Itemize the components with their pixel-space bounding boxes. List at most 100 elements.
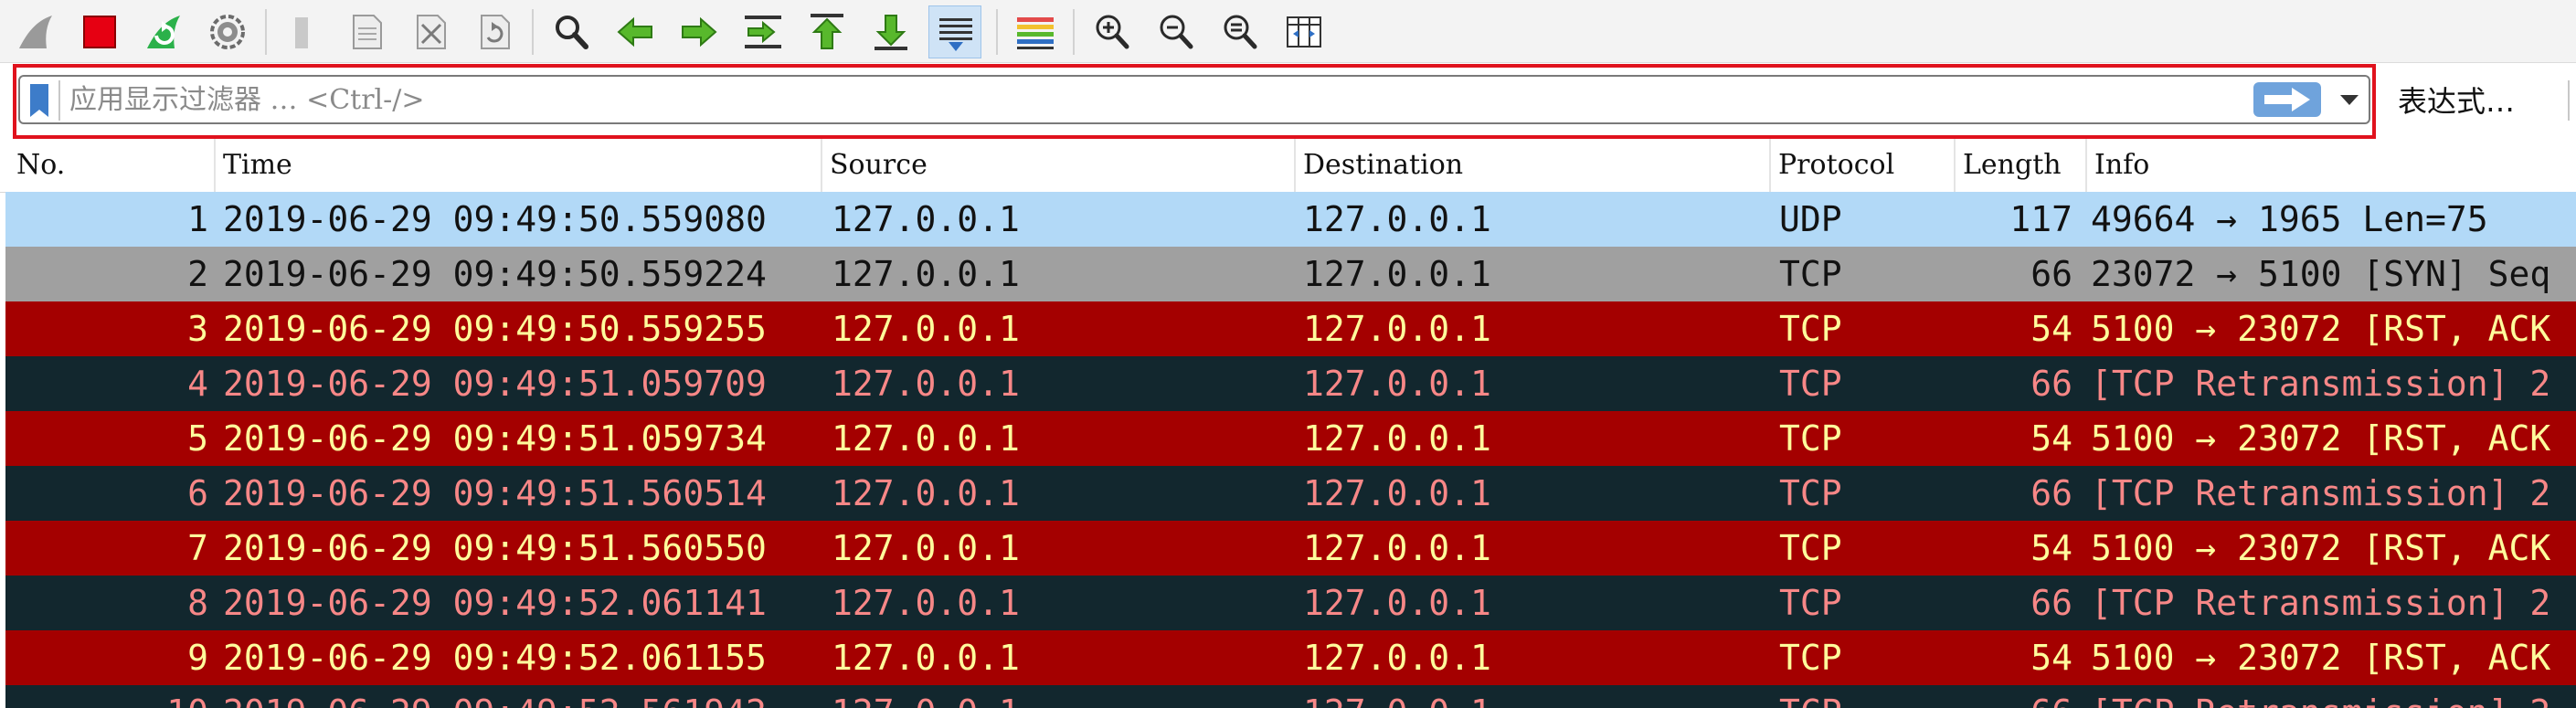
zoom-out-icon[interactable] [1150, 5, 1203, 58]
packet-list: 1 2019-06-29 09:49:50.559080 127.0.0.1 1… [0, 192, 2576, 708]
packet-number: 10 [5, 685, 208, 708]
toolbar-separator [532, 9, 534, 55]
packet-row[interactable]: 10 2019-06-29 09:49:52.561942 127.0.0.1 … [5, 685, 2576, 708]
packet-destination: 127.0.0.1 [1303, 583, 1491, 623]
column-header-protocol[interactable]: Protocol [1771, 139, 1956, 192]
packet-number: 6 [187, 473, 208, 513]
packet-source: 127.0.0.1 [832, 583, 1020, 623]
packet-source: 127.0.0.1 [832, 685, 1302, 708]
autoscroll-icon[interactable] [928, 5, 981, 58]
packet-list-header: No. Time Source Destination Protocol Len… [0, 139, 2576, 193]
options-gear-icon[interactable] [201, 5, 254, 58]
packet-number: 5 [187, 418, 208, 459]
packet-source: 127.0.0.1 [832, 199, 1020, 239]
packet-source: 127.0.0.1 [832, 473, 1020, 513]
find-icon[interactable] [545, 5, 598, 58]
packet-protocol: TCP [1779, 638, 1842, 678]
packet-time: 2019-06-29 09:49:50.559224 [223, 254, 767, 294]
toolbar-separator [1073, 9, 1075, 55]
close-file-icon[interactable] [404, 5, 457, 58]
packet-source: 127.0.0.1 [832, 309, 1020, 349]
packet-length: 54 [2030, 528, 2072, 568]
packet-time: 2019-06-29 09:49:51.059734 [223, 418, 767, 459]
packet-number: 7 [187, 528, 208, 568]
save-file-icon[interactable] [340, 5, 393, 58]
resize-columns-icon[interactable] [1277, 5, 1330, 58]
go-to-packet-icon[interactable] [737, 5, 790, 58]
apply-filter-button[interactable] [2253, 82, 2321, 117]
packet-row[interactable]: 7 2019-06-29 09:49:51.560550 127.0.0.1 1… [5, 521, 2576, 576]
packet-row[interactable]: 8 2019-06-29 09:49:52.061141 127.0.0.1 1… [5, 576, 2576, 630]
packet-protocol: TCP [1779, 528, 1842, 568]
packet-row[interactable]: 2 2019-06-29 09:49:50.559224 127.0.0.1 1… [5, 247, 2576, 301]
go-last-icon[interactable] [864, 5, 917, 58]
column-header-time[interactable]: Time [216, 139, 822, 192]
packet-protocol: TCP [1779, 254, 1842, 294]
display-filter-input[interactable] [69, 79, 2263, 121]
packet-info: 5100 → 23072 [RST, ACK [2091, 638, 2551, 678]
packet-source: 127.0.0.1 [832, 528, 1020, 568]
column-header-destination[interactable]: Destination [1296, 139, 1771, 192]
packet-length: 66 [2030, 583, 2072, 623]
bookmark-icon[interactable] [23, 80, 56, 121]
packet-destination: 127.0.0.1 [1303, 528, 1491, 568]
packet-length: 66 [1963, 685, 2072, 708]
stop-icon[interactable] [73, 5, 126, 58]
packet-length: 66 [2030, 473, 2072, 513]
packet-row[interactable]: 4 2019-06-29 09:49:51.059709 127.0.0.1 1… [5, 356, 2576, 411]
colorize-icon[interactable] [1009, 5, 1062, 58]
packet-protocol: TCP [1779, 364, 1842, 404]
column-header-length[interactable]: Length [1956, 139, 2087, 192]
go-forward-icon[interactable] [673, 5, 726, 58]
packet-info: [TCP Retransmission] 2 [2091, 364, 2551, 404]
packet-info: 5100 → 23072 [RST, ACK [2091, 528, 2551, 568]
filter-divider [58, 80, 60, 121]
packet-row[interactable]: 3 2019-06-29 09:49:50.559255 127.0.0.1 1… [5, 301, 2576, 356]
zoom-in-icon[interactable] [1086, 5, 1139, 58]
packet-time: 2019-06-29 09:49:50.559255 [223, 309, 767, 349]
packet-info: [TCP Retransmission] 2 [2091, 583, 2551, 623]
column-header-no[interactable]: No. [9, 139, 216, 192]
packet-destination: 127.0.0.1 [1303, 685, 1778, 708]
packet-protocol: TCP [1779, 685, 1962, 708]
column-header-source[interactable]: Source [822, 139, 1296, 192]
packet-number: 9 [187, 638, 208, 678]
packet-length: 117 [2009, 199, 2072, 239]
packet-row[interactable]: 6 2019-06-29 09:49:51.560514 127.0.0.1 1… [5, 466, 2576, 521]
restart-icon[interactable] [137, 5, 190, 58]
packet-time: 2019-06-29 09:49:52.061141 [223, 583, 767, 623]
packet-destination: 127.0.0.1 [1303, 638, 1491, 678]
packet-row[interactable]: 5 2019-06-29 09:49:51.059734 127.0.0.1 1… [5, 411, 2576, 466]
toolbar-separator [996, 9, 998, 55]
packet-destination: 127.0.0.1 [1303, 473, 1491, 513]
packet-row[interactable]: 1 2019-06-29 09:49:50.559080 127.0.0.1 1… [5, 192, 2576, 247]
shark-fin-icon[interactable] [9, 5, 62, 58]
open-file-icon[interactable] [276, 5, 329, 58]
packet-destination: 127.0.0.1 [1303, 199, 1491, 239]
packet-number: 3 [187, 309, 208, 349]
packet-source: 127.0.0.1 [832, 418, 1020, 459]
toolbar-separator [2568, 80, 2570, 121]
column-header-info[interactable]: Info [2087, 139, 2576, 192]
packet-number: 8 [187, 583, 208, 623]
expression-button[interactable]: 表达式… [2376, 66, 2540, 137]
packet-time: 2019-06-29 09:49:50.559080 [223, 199, 767, 239]
packet-time: 2019-06-29 09:49:51.560550 [223, 528, 767, 568]
packet-protocol: TCP [1779, 418, 1842, 459]
go-back-icon[interactable] [609, 5, 662, 58]
packet-source: 127.0.0.1 [832, 638, 1020, 678]
packet-info: 49664 → 1965 Len=75 [2091, 199, 2488, 239]
go-first-icon[interactable] [800, 5, 853, 58]
packet-info: 23072 → 5100 [SYN] Seq [2091, 254, 2551, 294]
packet-length: 54 [2030, 418, 2072, 459]
packet-destination: 127.0.0.1 [1303, 364, 1491, 404]
packet-source: 127.0.0.1 [832, 254, 1020, 294]
chevron-down-icon[interactable] [2337, 90, 2361, 110]
packet-destination: 127.0.0.1 [1303, 254, 1491, 294]
packet-row[interactable]: 9 2019-06-29 09:49:52.061155 127.0.0.1 1… [5, 630, 2576, 685]
packet-time: 2019-06-29 09:49:52.061155 [223, 638, 767, 678]
reload-icon[interactable] [468, 5, 521, 58]
packet-destination: 127.0.0.1 [1303, 309, 1491, 349]
arrow-right-icon [2264, 88, 2310, 111]
zoom-reset-icon[interactable] [1214, 5, 1267, 58]
